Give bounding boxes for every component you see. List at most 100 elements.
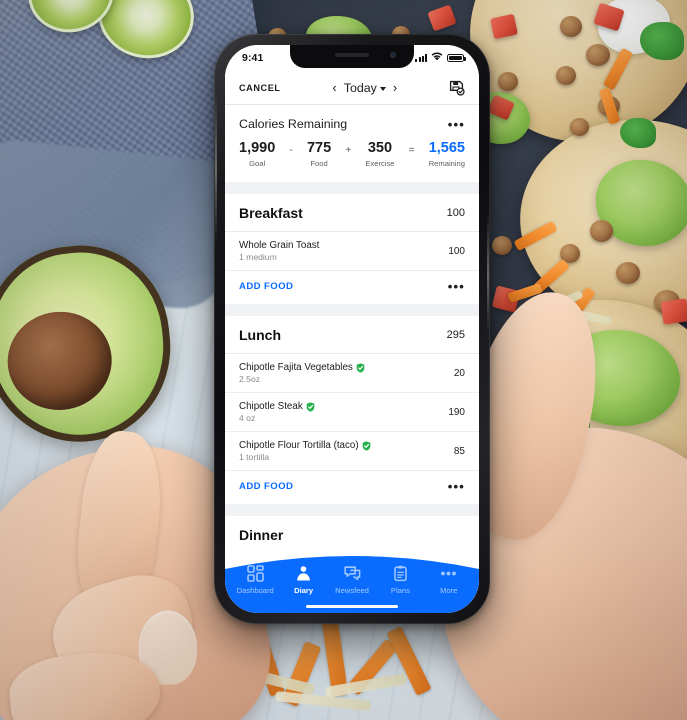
- chickpea: [556, 66, 576, 85]
- newsfeed-chat-icon: [343, 565, 361, 582]
- battery-icon: [447, 53, 466, 63]
- plans-clipboard-icon: [392, 565, 409, 582]
- front-camera: [390, 52, 396, 58]
- chevron-left-icon[interactable]: ‹: [332, 81, 336, 94]
- meal-header: Lunch 295: [225, 316, 479, 355]
- meal-title: Lunch: [239, 327, 281, 344]
- food-info: Chipotle Flour Tortilla (taco) 1 tortill…: [239, 440, 371, 462]
- home-indicator[interactable]: [306, 604, 398, 608]
- calories-remaining-card: Calories Remaining ••• 1,990 Goal - 775 …: [225, 105, 479, 183]
- food-name: Chipotle Flour Tortilla (taco): [239, 440, 359, 452]
- tab-diary[interactable]: Diary: [279, 565, 327, 595]
- more-horizontal-icon[interactable]: •••: [448, 480, 465, 493]
- add-food-row: ADD FOOD •••: [225, 271, 479, 304]
- diary-content[interactable]: Calories Remaining ••• 1,990 Goal - 775 …: [225, 105, 479, 613]
- macro-value: 1,565: [428, 140, 465, 156]
- food-calories: 85: [453, 445, 465, 457]
- calorie-breakdown: 1,990 Goal - 775 Food + 350 Exercise = 1…: [225, 140, 479, 182]
- food-name: Whole Grain Toast: [239, 240, 320, 252]
- food-entry[interactable]: Chipotle Fajita Vegetables 2.5oz 20: [225, 354, 479, 394]
- macro-value: 775: [306, 140, 332, 156]
- meal-calories: 100: [446, 207, 465, 220]
- macro-exercise: 350 Exercise: [365, 140, 394, 168]
- tab-label: Dashboard: [236, 585, 274, 595]
- dashboard-grid-icon: [246, 565, 264, 582]
- phone-edge-highlight: [215, 94, 217, 244]
- calories-card-header: Calories Remaining •••: [225, 105, 479, 140]
- food-serving: 4 oz: [239, 413, 256, 424]
- food-name-row: Whole Grain Toast: [239, 240, 319, 251]
- cancel-button[interactable]: CANCEL: [239, 83, 281, 93]
- date-navigator: ‹ Today ›: [332, 81, 397, 95]
- chevron-right-icon[interactable]: ›: [393, 81, 397, 94]
- date-label: Today: [343, 80, 377, 95]
- status-indicators: [415, 52, 466, 64]
- food-entry[interactable]: Chipotle Steak 4 oz 190: [225, 393, 479, 433]
- phone-notch: [290, 45, 414, 68]
- food-serving: 2.5oz: [239, 374, 261, 385]
- meal-header: Dinner: [225, 516, 479, 553]
- meal-section-breakfast: Breakfast 100 Whole Grain Toast 1 medium…: [225, 194, 479, 305]
- save-check-icon[interactable]: [449, 80, 465, 96]
- date-selector[interactable]: Today: [344, 81, 386, 95]
- macro-remaining: 1,565 Remaining: [429, 140, 465, 168]
- food-entry[interactable]: Chipotle Flour Tortilla (taco) 1 tortill…: [225, 432, 479, 472]
- food-calories: 100: [448, 245, 465, 257]
- food-calories: 20: [453, 367, 465, 379]
- verified-shield-icon: [356, 363, 365, 373]
- calories-card-title: Calories Remaining: [239, 117, 348, 131]
- diary-top-bar: CANCEL ‹ Today ›: [225, 71, 479, 105]
- food-entry[interactable]: Whole Grain Toast 1 medium 100: [225, 232, 479, 272]
- food-name-row: Chipotle Steak: [239, 401, 315, 412]
- food-info: Chipotle Fajita Vegetables 2.5oz: [239, 362, 365, 384]
- diary-book-icon: [295, 565, 312, 582]
- tab-label: More: [440, 585, 458, 595]
- macro-goal: 1,990 Goal: [239, 140, 275, 168]
- macro-label: Exercise: [365, 159, 395, 169]
- earpiece-speaker: [335, 53, 369, 57]
- tab-plans[interactable]: Plans: [376, 565, 424, 595]
- meal-title: Breakfast: [239, 205, 303, 222]
- add-food-button[interactable]: ADD FOOD: [239, 281, 293, 292]
- meal-header: Breakfast 100: [225, 194, 479, 233]
- macro-value: 350: [367, 140, 393, 156]
- food-name: Chipotle Fajita Vegetables: [239, 362, 353, 374]
- food-info: Whole Grain Toast 1 medium: [239, 240, 319, 262]
- tab-label: Diary: [294, 585, 314, 595]
- meal-calories: 295: [446, 329, 465, 342]
- food-name-row: Chipotle Fajita Vegetables: [239, 362, 365, 373]
- more-horizontal-icon[interactable]: •••: [448, 280, 465, 293]
- bottom-tab-bar: Dashboard Diary Newsfeed Plans More: [225, 551, 479, 613]
- operator-minus: -: [289, 145, 293, 156]
- chickpea: [492, 236, 512, 255]
- macro-label: Food: [310, 159, 328, 169]
- verified-shield-icon: [306, 402, 315, 412]
- verified-shield-icon: [362, 441, 371, 451]
- cellular-signal-icon: [415, 54, 427, 62]
- screenshot-scene: 9:41 CANCEL ‹ Today › Calories Remaining…: [0, 0, 687, 720]
- chickpea: [570, 118, 589, 136]
- section-divider: [225, 504, 479, 517]
- tab-more[interactable]: More: [425, 565, 473, 595]
- add-food-button[interactable]: ADD FOOD: [239, 481, 293, 492]
- diced-tomato: [660, 298, 687, 325]
- chickpea: [560, 16, 582, 37]
- wifi-icon: [431, 52, 443, 64]
- macro-food: 775 Food: [307, 140, 331, 168]
- meal-section-lunch: Lunch 295 Chipotle Fajita Vegetables 2.5…: [225, 316, 479, 505]
- meal-title: Dinner: [239, 527, 284, 544]
- food-calories: 190: [448, 406, 465, 418]
- more-dots-icon: [440, 565, 457, 582]
- chickpea: [586, 44, 610, 66]
- tab-dashboard[interactable]: Dashboard: [231, 565, 279, 595]
- food-serving: 1 tortilla: [239, 452, 270, 463]
- caret-down-icon: [379, 86, 386, 91]
- macro-value: 1,990: [239, 140, 276, 156]
- more-horizontal-icon[interactable]: •••: [448, 118, 465, 131]
- chickpea: [498, 72, 518, 91]
- operator-plus: +: [345, 145, 352, 156]
- food-serving: 1 medium: [239, 252, 277, 263]
- tab-newsfeed[interactable]: Newsfeed: [328, 565, 376, 595]
- macro-label: Remaining: [428, 159, 465, 169]
- food-name-row: Chipotle Flour Tortilla (taco): [239, 440, 371, 451]
